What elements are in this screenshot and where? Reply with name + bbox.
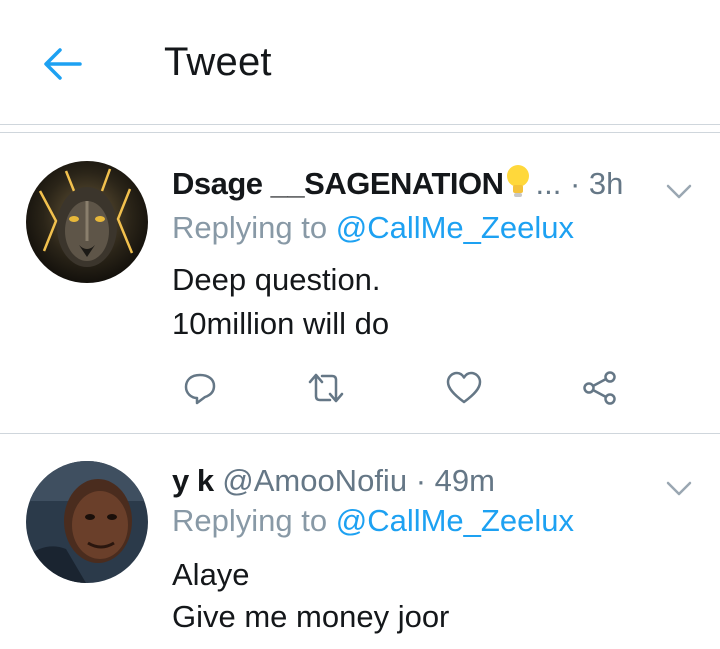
display-name[interactable]: y k (172, 463, 214, 498)
reply-icon (184, 373, 216, 405)
tweet-item[interactable]: y k @AmooNofiu · 49m Replying to @CallMe… (0, 434, 720, 649)
chevron-down-icon (666, 481, 692, 496)
user-photo-avatar (26, 461, 148, 583)
like-icon (446, 371, 482, 404)
retweet-icon (308, 373, 344, 403)
share-icon (583, 371, 616, 405)
name-truncation: ... (535, 166, 562, 201)
lightbulb-icon (506, 164, 530, 209)
more-options-button[interactable] (666, 466, 692, 508)
page-title: Tweet (164, 40, 272, 84)
replying-prefix: Replying to (172, 210, 336, 245)
arrow-left-icon (44, 48, 82, 80)
back-button[interactable] (40, 44, 84, 84)
lion-avatar-image (26, 161, 148, 283)
timestamp[interactable]: · 49m (416, 463, 495, 498)
replying-to: Replying to @CallMe_Zeelux (172, 207, 574, 249)
timestamp[interactable]: · 3h (570, 166, 623, 201)
like-button[interactable] (440, 364, 488, 412)
share-button[interactable] (576, 364, 624, 412)
tweet-header: Dsage __SAGENATION ... · 3h (172, 163, 696, 205)
mention-link[interactable]: @CallMe_Zeelux (336, 210, 574, 245)
header-divider-top (0, 124, 720, 125)
retweet-button[interactable] (302, 364, 350, 412)
top-app-bar: Tweet (0, 0, 720, 124)
replying-prefix: Replying to (172, 503, 336, 538)
replying-to: Replying to @CallMe_Zeelux (172, 500, 574, 542)
chevron-down-icon (666, 184, 692, 199)
tweet-text-line: 10million will do (172, 306, 390, 341)
tweet-item[interactable]: Dsage __SAGENATION ... · 3h Replying to … (0, 133, 720, 433)
display-name[interactable]: Dsage __SAGENATION (172, 166, 504, 201)
more-options-button[interactable] (666, 169, 692, 211)
avatar[interactable] (26, 461, 148, 583)
user-handle[interactable]: @AmooNofiu (222, 463, 407, 498)
reply-button[interactable] (176, 364, 224, 412)
tweet-text-line: Deep question. (172, 262, 381, 297)
tweet-actions (176, 364, 636, 412)
avatar[interactable] (26, 161, 148, 283)
tweet-header: y k @AmooNofiu · 49m (172, 460, 696, 502)
tweet-text-line: Alaye (172, 557, 250, 592)
mention-link[interactable]: @CallMe_Zeelux (336, 503, 574, 538)
tweet-text-line: Give me money joor (172, 599, 450, 634)
